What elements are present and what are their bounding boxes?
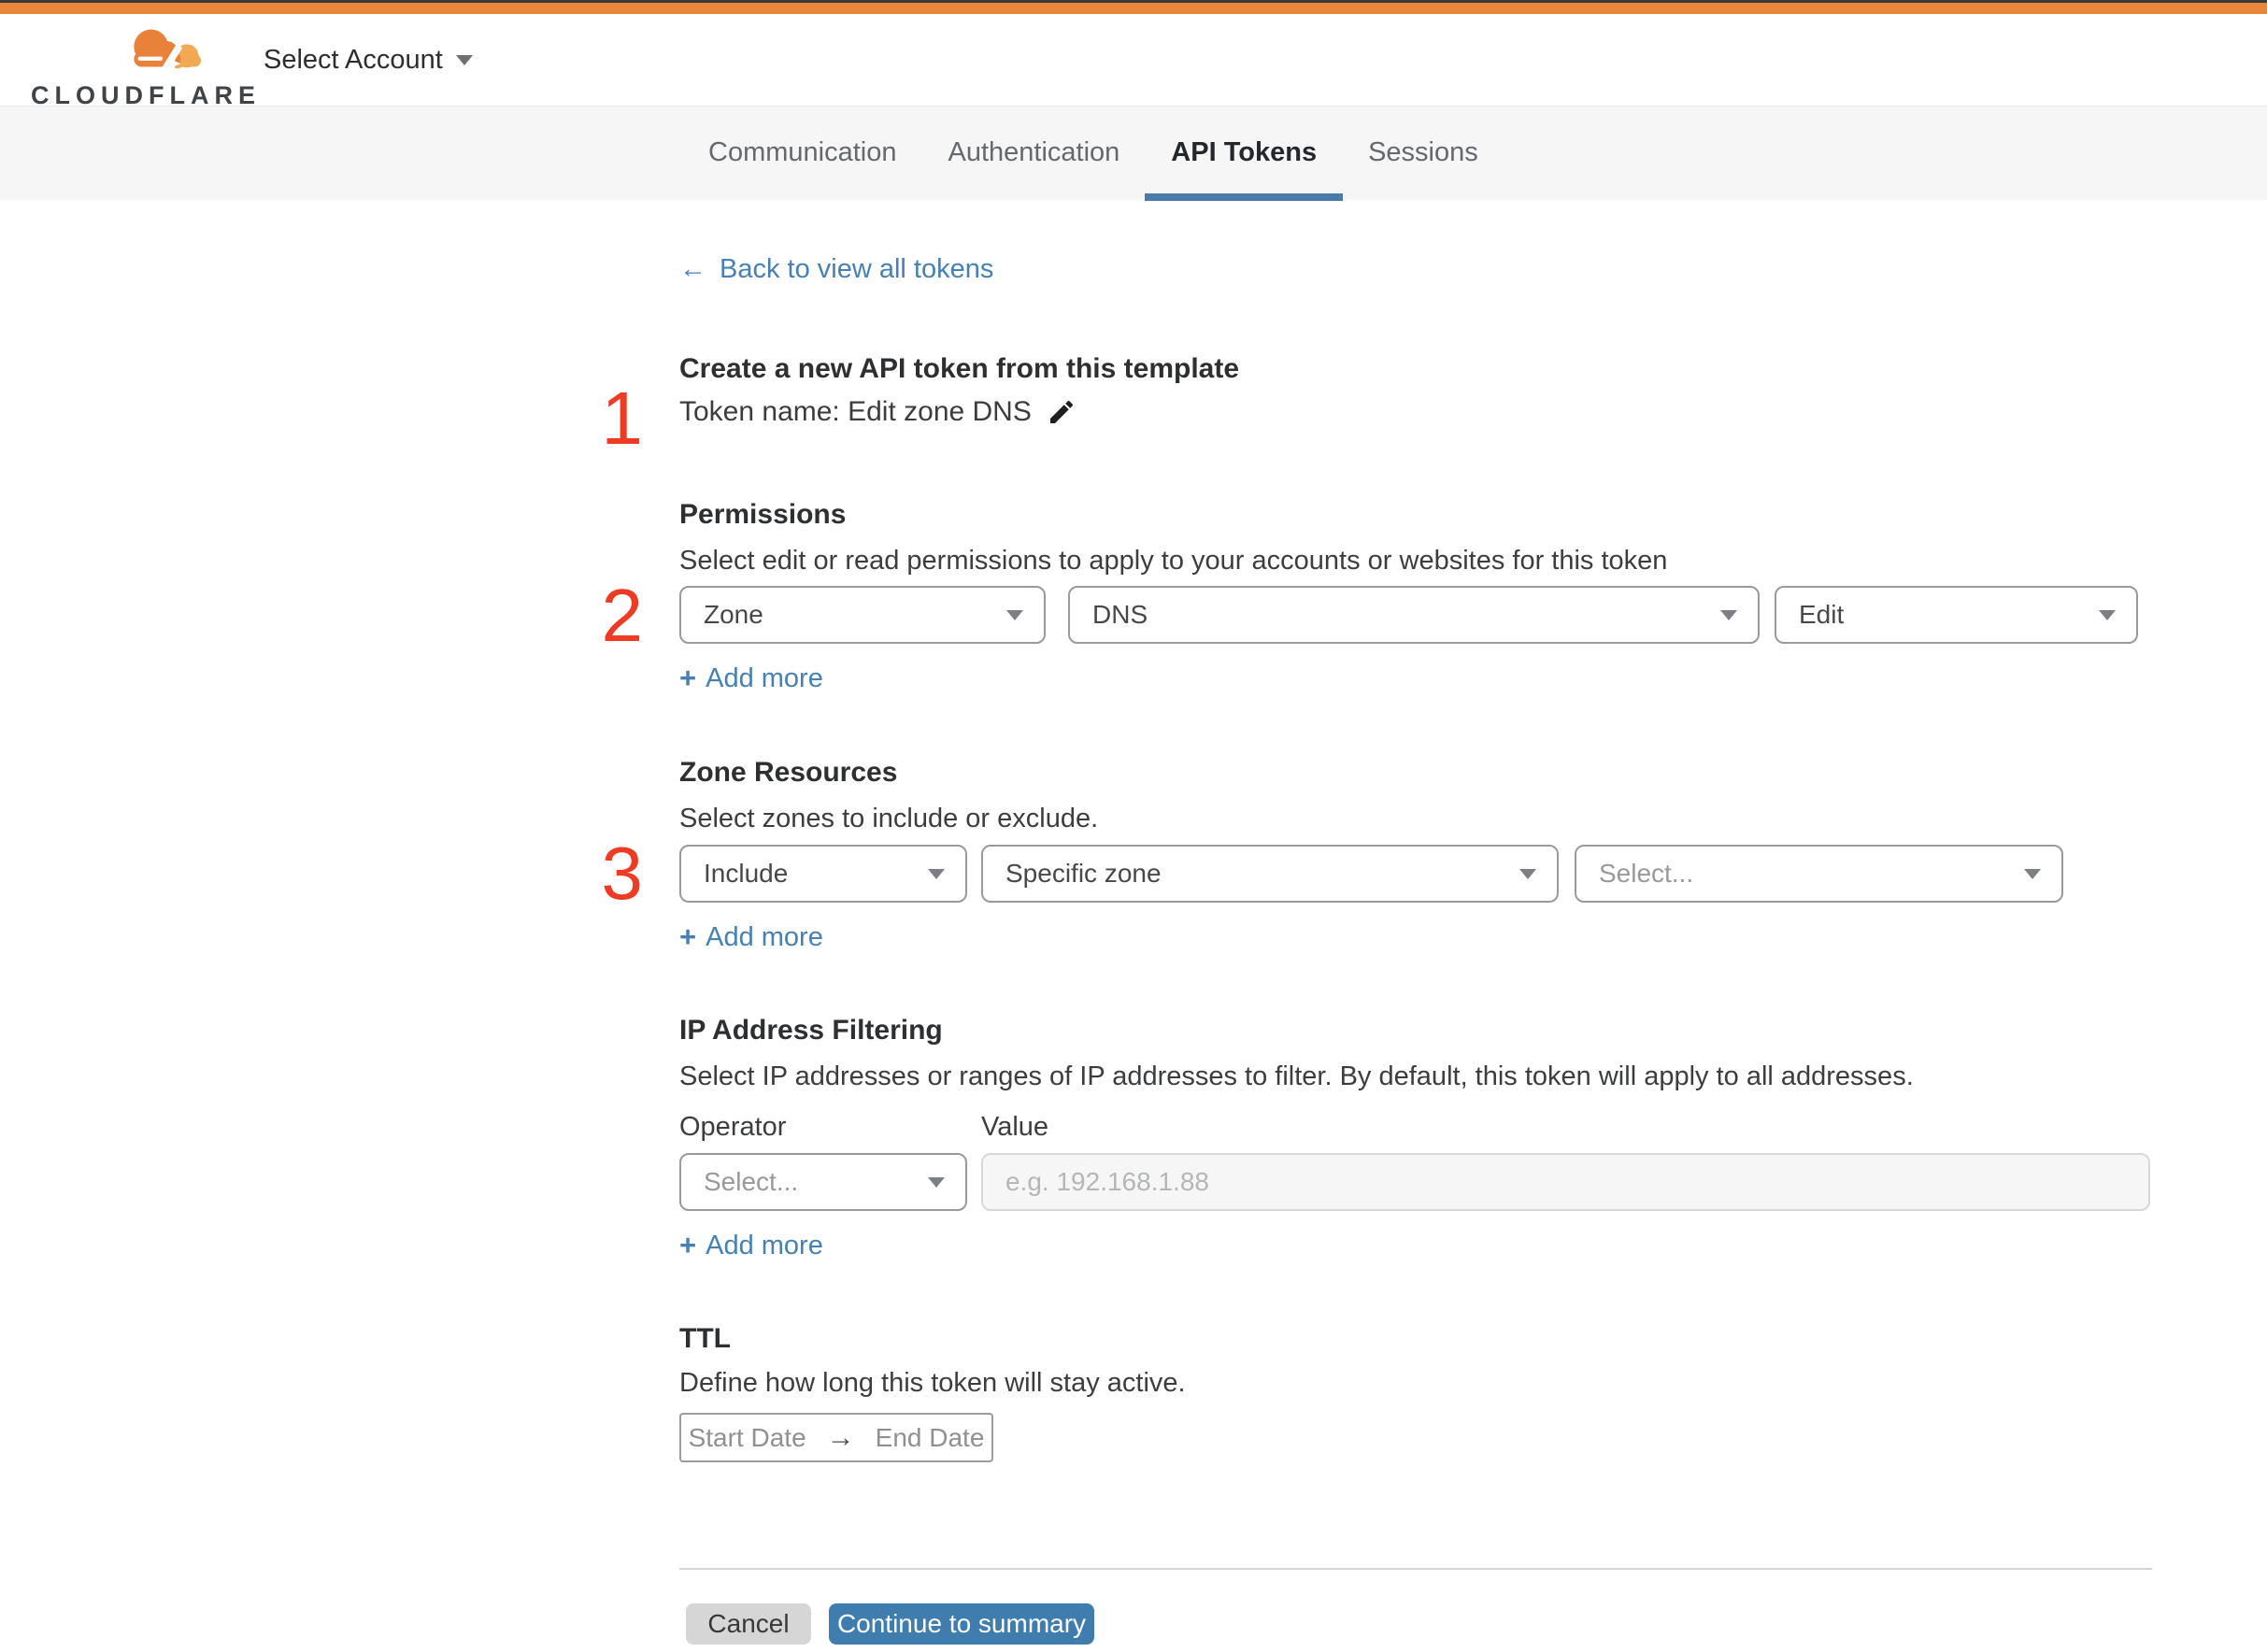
back-arrow-icon: ← [679,254,706,284]
cancel-button[interactable]: Cancel [686,1603,811,1645]
cloudflare-logo[interactable]: CLOUDFLARE [31,20,255,109]
ip-operator-placeholder: Select... [704,1167,799,1196]
permission-scope-value: Zone [704,600,763,629]
add-more-label: Add more [706,662,823,693]
tab-authentication[interactable]: Authentication [948,107,1119,201]
ttl-date-range-picker[interactable]: Start Date → End Date [679,1413,993,1462]
chevron-down-icon [2024,869,2041,879]
zone-resources-subtitle: Select zones to include or exclude. [679,804,1099,833]
continue-to-summary-button[interactable]: Continue to summary [829,1603,1094,1645]
value-label: Value [981,1112,1049,1142]
account-selector[interactable]: Select Account [264,14,473,106]
chevron-down-icon [2099,610,2116,620]
tab-communication[interactable]: Communication [708,107,896,201]
permissions-subtitle: Select edit or read permissions to apply… [679,546,1668,576]
zone-resource-mode-select[interactable]: Include [679,845,967,903]
permission-service-select[interactable]: DNS [1068,586,1760,644]
add-more-label: Add more [706,921,823,952]
zone-resource-zone-placeholder: Select... [1599,859,1694,888]
plus-icon: + [679,662,697,694]
end-date-label: End Date [875,1422,985,1452]
permission-service-value: DNS [1092,600,1148,629]
permission-scope-select[interactable]: Zone [679,586,1046,644]
chevron-down-icon [928,1177,945,1188]
ip-operator-select[interactable]: Select... [679,1153,967,1211]
footer-divider [679,1568,2152,1570]
ip-filtering-add-more-link[interactable]: + Add more [679,1229,823,1262]
ttl-title: TTL [679,1323,731,1354]
chevron-down-icon [1006,610,1023,620]
chevron-down-icon [1519,869,1536,879]
chevron-down-icon [928,869,945,879]
ip-filtering-subtitle: Select IP addresses or ranges of IP addr… [679,1061,1914,1091]
token-name-row: Token name: Edit zone DNS [679,396,1076,428]
chevron-down-icon [455,54,473,65]
zone-resource-zone-select[interactable]: Select... [1575,845,2063,903]
tab-sessions[interactable]: Sessions [1368,107,1478,201]
zone-resource-mode-value: Include [704,859,789,888]
permissions-add-more-link[interactable]: + Add more [679,662,823,695]
ttl-subtitle: Define how long this token will stay act… [679,1368,1186,1398]
permission-access-select[interactable]: Edit [1775,586,2138,644]
permission-access-value: Edit [1799,600,1845,629]
create-token-title: Create a new API token from this templat… [679,353,1240,384]
start-date-label: Start Date [688,1422,806,1452]
operator-label: Operator [679,1112,787,1142]
permissions-title: Permissions [679,499,847,530]
right-arrow-icon: → [826,1421,855,1453]
api-token-template-page: CLOUDFLARE Select Account Communication … [0,0,2267,1652]
ip-value-input[interactable] [981,1153,2150,1211]
chevron-down-icon [1720,610,1737,620]
plus-icon: + [679,920,697,953]
zone-resources-add-more-link[interactable]: + Add more [679,920,823,954]
cloudflare-cloud-icon [134,29,201,73]
zone-resource-type-value: Specific zone [1005,859,1162,888]
token-name-text: Token name: Edit zone DNS [679,396,1032,427]
step-number-1: 1 [601,377,644,460]
app-header: CLOUDFLARE Select Account [0,14,2267,109]
tab-bar: Communication Authentication API Tokens … [0,106,2267,201]
add-more-label: Add more [706,1230,823,1260]
edit-pencil-icon[interactable] [1047,397,1076,427]
zone-resources-title: Zone Resources [679,757,898,788]
step-number-3: 3 [601,832,644,915]
tab-api-tokens[interactable]: API Tokens [1145,107,1343,201]
account-selector-label: Select Account [264,44,443,75]
back-link-label: Back to view all tokens [720,254,994,284]
ip-filtering-title: IP Address Filtering [679,1015,943,1046]
back-to-tokens-link[interactable]: ← Back to view all tokens [679,254,993,285]
plus-icon: + [679,1229,697,1261]
step-number-2: 2 [601,574,644,657]
tabs: Communication Authentication API Tokens … [708,107,1478,201]
zone-resource-type-select[interactable]: Specific zone [981,845,1559,903]
top-orange-bar [0,3,2267,14]
